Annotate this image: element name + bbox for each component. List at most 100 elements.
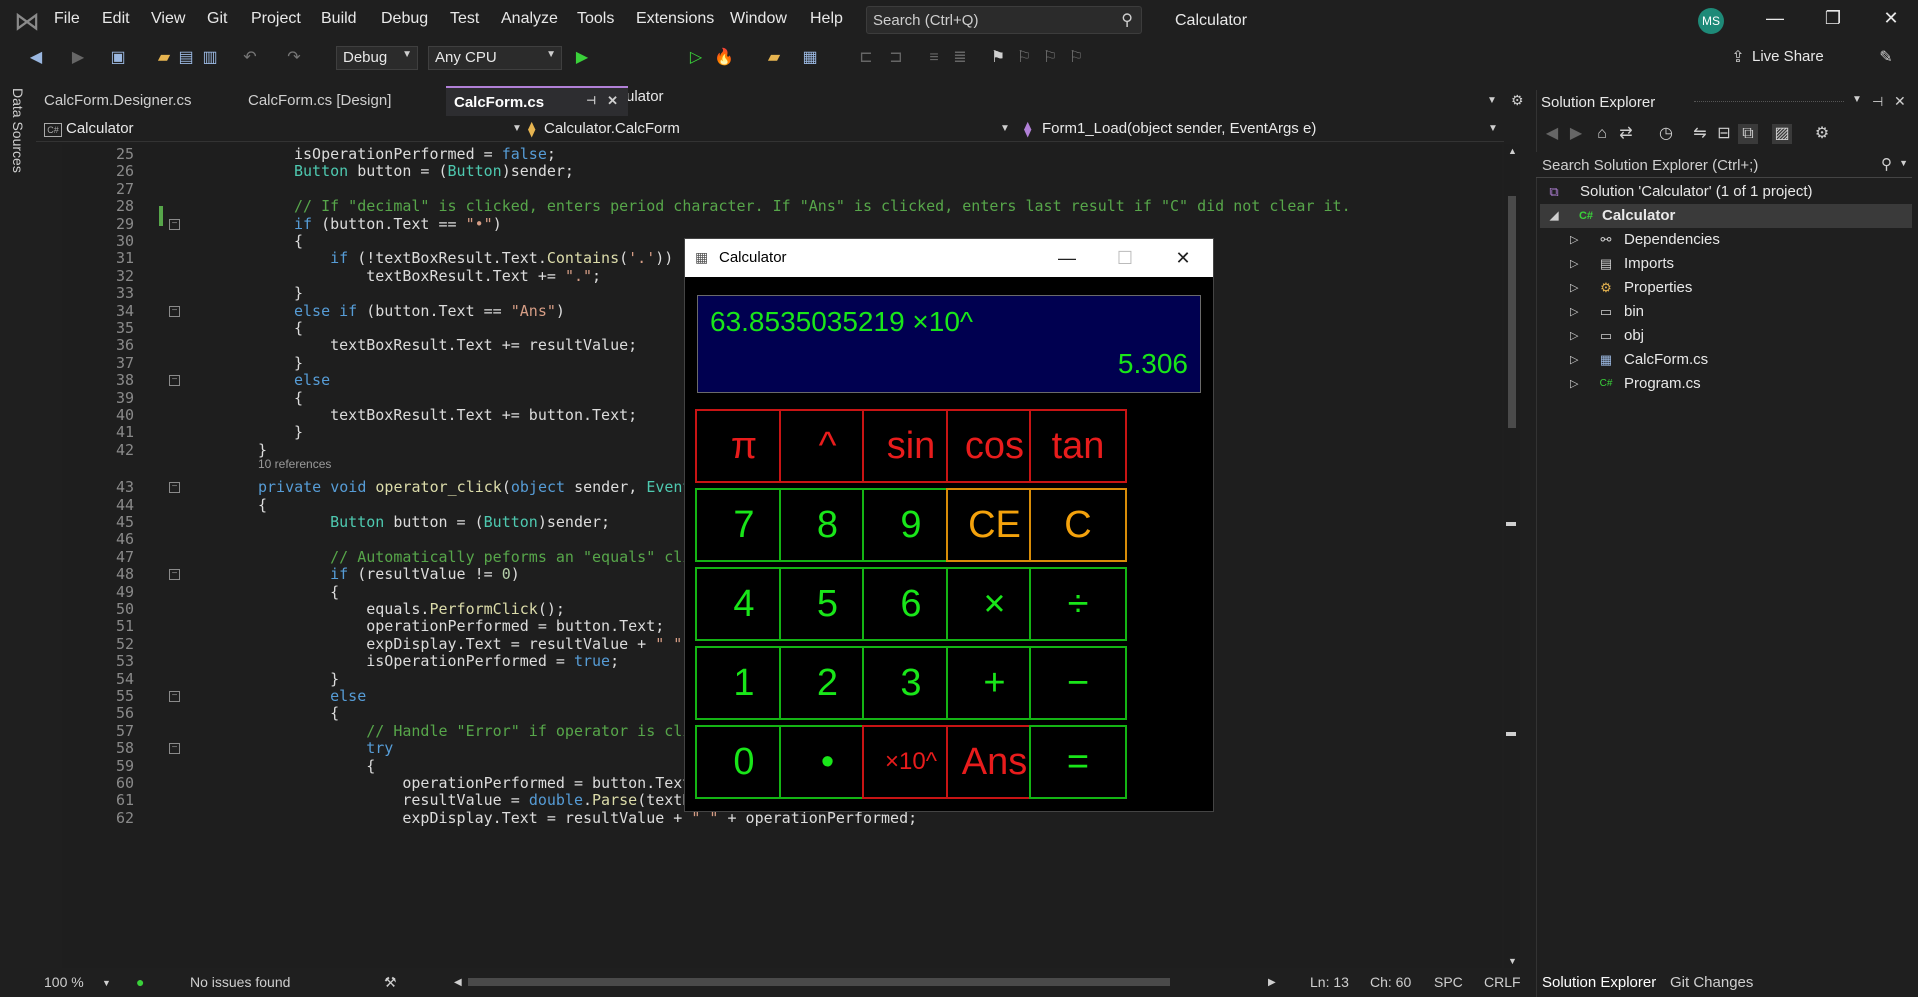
search-input[interactable] [873,10,1103,30]
chevron-down-icon[interactable]: ▼ [1852,94,1862,105]
scroll-left-icon[interactable]: ◀ [454,977,462,988]
minimize-icon[interactable]: — [1047,245,1087,271]
pin-icon[interactable]: ⊣ [1872,94,1883,110]
undo-icon[interactable]: ↶ [240,48,260,68]
menu-edit[interactable]: Edit [102,10,130,28]
menu-build[interactable]: Build [321,10,357,28]
tab-calcform-designer[interactable]: CalcForm.Designer.cs [36,86,200,116]
menu-debug[interactable]: Debug [381,10,428,28]
tree-bin[interactable]: ▷ ▭ bin [1568,300,1908,324]
tab-calcform-design[interactable]: CalcForm.cs [Design] [240,86,399,116]
bookmark-prev-icon[interactable]: ⚐ [1014,48,1034,68]
back-icon[interactable]: ◀ [26,48,46,68]
collapsed-arrow-icon[interactable]: ▷ [1570,252,1578,276]
menu-extensions[interactable]: Extensions [636,10,714,28]
scroll-right-icon[interactable]: ▶ [1268,977,1276,988]
save-all-icon[interactable]: ▥ [200,48,220,68]
tree-properties[interactable]: ▷ ⚙ Properties [1568,276,1908,300]
tab-solution-explorer[interactable]: Solution Explorer [1542,974,1656,991]
scroll-down-icon[interactable]: ▼ [1508,956,1517,966]
menu-git[interactable]: Git [207,10,227,28]
tan-button[interactable]: tan [1029,409,1127,483]
result-textbox[interactable]: 5.306 [1118,348,1188,380]
fold-toggle-icon[interactable]: − [169,375,180,387]
brush-icon[interactable]: ⚒ [384,974,397,991]
menu-window[interactable]: Window [730,10,787,28]
divide-button[interactable]: ÷ [1029,567,1127,641]
solution-search-input[interactable] [1542,155,1872,175]
close-tab-icon[interactable]: ✕ [607,93,618,109]
chevron-down-icon[interactable]: ▼ [1899,158,1908,168]
redo-icon[interactable]: ↷ [284,48,304,68]
maximize-icon[interactable]: ☐ [1105,245,1145,271]
fold-toggle-icon[interactable]: − [169,569,180,581]
avatar[interactable]: MS [1698,8,1724,34]
new-project-icon[interactable]: ▣ [108,48,128,68]
chevron-down-icon[interactable]: ▼ [512,123,522,134]
show-all-files-icon[interactable]: ⧉ [1738,124,1758,144]
line-number[interactable]: Ln: 13 [1310,974,1349,990]
start-debug-icon[interactable]: ▶ [572,48,592,68]
fold-toggle-icon[interactable]: − [169,482,180,494]
tree-solution[interactable]: ⧉ Solution 'Calculator' (1 of 1 project) [1544,180,1914,204]
switch-views-icon[interactable]: ⇄ [1616,124,1636,144]
indent-icon[interactable]: ≡ [924,48,944,68]
menu-tools[interactable]: Tools [577,10,614,28]
tree-calcform-cs[interactable]: ▷ ▦ CalcForm.cs [1568,348,1908,372]
tree-imports[interactable]: ▷ ▤ Imports [1568,252,1908,276]
chevron-down-icon[interactable]: ▼ [102,978,111,988]
close-icon[interactable]: ✕ [1163,245,1203,271]
start-without-debug-icon[interactable]: ▷ [686,48,706,68]
clear-button[interactable]: C [1029,488,1127,562]
home-icon[interactable]: ⌂ [1592,124,1612,144]
scroll-up-icon[interactable]: ▲ [1508,146,1517,156]
tab-calcform-cs[interactable]: CalcForm.cs ⊣ ✕ [446,86,628,116]
tab-git-changes[interactable]: Git Changes [1670,974,1753,991]
restore-icon[interactable]: ❐ [1818,8,1848,34]
tree-dependencies[interactable]: ▷ ⚯ Dependencies [1568,228,1908,252]
menu-test[interactable]: Test [450,10,479,28]
tree-program-cs[interactable]: ▷ C# Program.cs [1568,372,1908,396]
nav-class-select[interactable]: Calculator.CalcForm [544,120,680,140]
outdent-icon[interactable]: ≣ [950,48,970,68]
layout-icon[interactable]: ▦ [800,48,820,68]
collapsed-arrow-icon[interactable]: ▷ [1570,372,1578,396]
collapsed-arrow-icon[interactable]: ▷ [1570,276,1578,300]
configuration-select[interactable]: Debug ▼ [336,46,418,70]
live-share-button[interactable]: Live Share [1752,48,1824,65]
platform-select[interactable]: Any CPU ▼ [428,46,562,70]
collapsed-arrow-icon[interactable]: ▷ [1570,300,1578,324]
zoom-level[interactable]: 100 % [44,974,84,990]
calculator-titlebar[interactable]: ▦ Calculator — ☐ ✕ [685,239,1213,277]
fold-toggle-icon[interactable]: − [169,218,180,230]
column-number[interactable]: Ch: 60 [1370,974,1411,990]
pin-icon[interactable]: ⊣ [586,94,596,107]
align-2-icon[interactable]: ⊐ [886,48,906,68]
pending-changes-icon[interactable]: ◷ [1656,124,1676,144]
collapsed-arrow-icon[interactable]: ▷ [1570,228,1578,252]
bookmark-next-icon[interactable]: ⚐ [1040,48,1060,68]
collapsed-arrow-icon[interactable]: ▷ [1570,324,1578,348]
forward-icon[interactable]: ▶ [68,48,88,68]
search-icon[interactable]: ⚲ [1881,155,1892,173]
close-icon[interactable]: ✕ [1894,93,1906,110]
minimize-icon[interactable]: — [1760,8,1790,34]
nav-project-select[interactable]: Calculator [66,120,134,140]
fold-toggle-icon[interactable]: − [169,743,180,755]
visual-studio-logo-icon[interactable]: ⋈ [12,6,42,36]
close-icon[interactable]: ✕ [1876,8,1906,34]
sync-icon[interactable]: ⇋ [1690,124,1710,144]
menu-help[interactable]: Help [810,10,843,28]
nav-member-select[interactable]: Form1_Load(object sender, EventArgs e) [1042,120,1316,140]
save-icon[interactable]: ▤ [176,48,196,68]
tree-obj[interactable]: ▷ ▭ obj [1568,324,1908,348]
live-share-icon[interactable]: ⇪ [1728,48,1748,68]
back-icon[interactable]: ◀ [1542,124,1562,144]
tree-project[interactable]: ◢ C# Calculator [1540,204,1912,228]
subtract-button[interactable]: − [1029,646,1127,720]
fold-toggle-icon[interactable]: − [169,305,180,317]
open-folder-icon[interactable]: ▰ [154,48,174,68]
forward-icon[interactable]: ▶ [1566,124,1586,144]
bookmark-icon[interactable]: ⚑ [988,48,1008,68]
feedback-icon[interactable]: ✎ [1876,48,1896,68]
